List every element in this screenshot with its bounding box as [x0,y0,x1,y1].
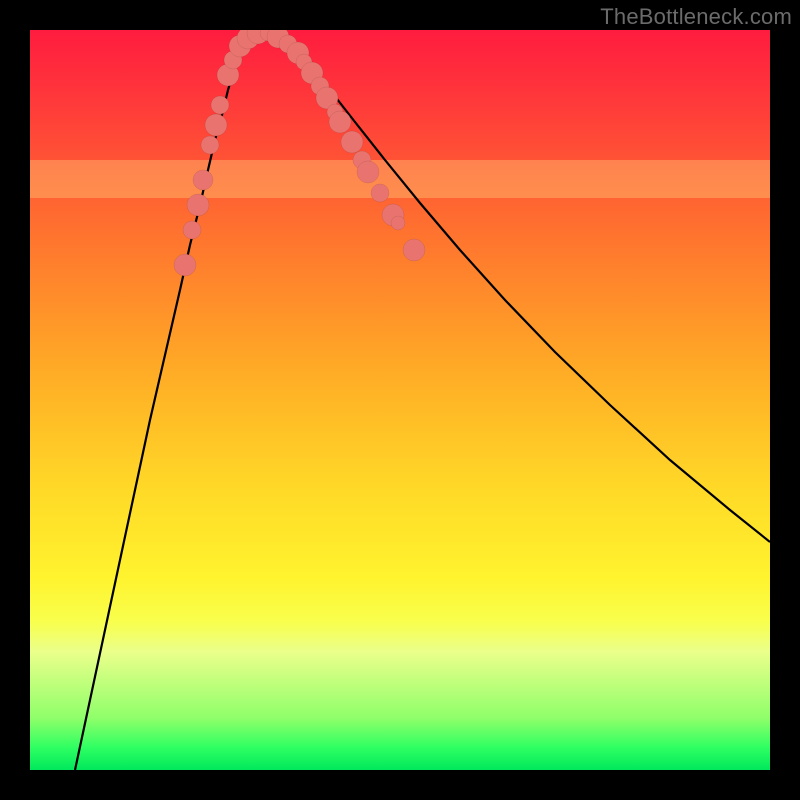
plot-area [30,30,770,770]
marker-dot [357,161,379,183]
chart-svg [30,30,770,770]
marker-dot [341,131,363,153]
marker-dot [403,239,425,261]
marker-dot [205,114,227,136]
marker-dot [174,254,196,276]
marker-dot [193,170,213,190]
marker-dot [211,96,229,114]
marker-dot [183,221,201,239]
watermark-text: TheBottleneck.com [600,4,792,30]
marker-dot [391,216,405,230]
marker-dots [174,30,425,276]
chart-frame: TheBottleneck.com [0,0,800,800]
marker-dot [329,111,351,133]
bottleneck-curve [75,33,770,770]
marker-dot [187,194,209,216]
marker-dot [371,184,389,202]
marker-dot [201,136,219,154]
